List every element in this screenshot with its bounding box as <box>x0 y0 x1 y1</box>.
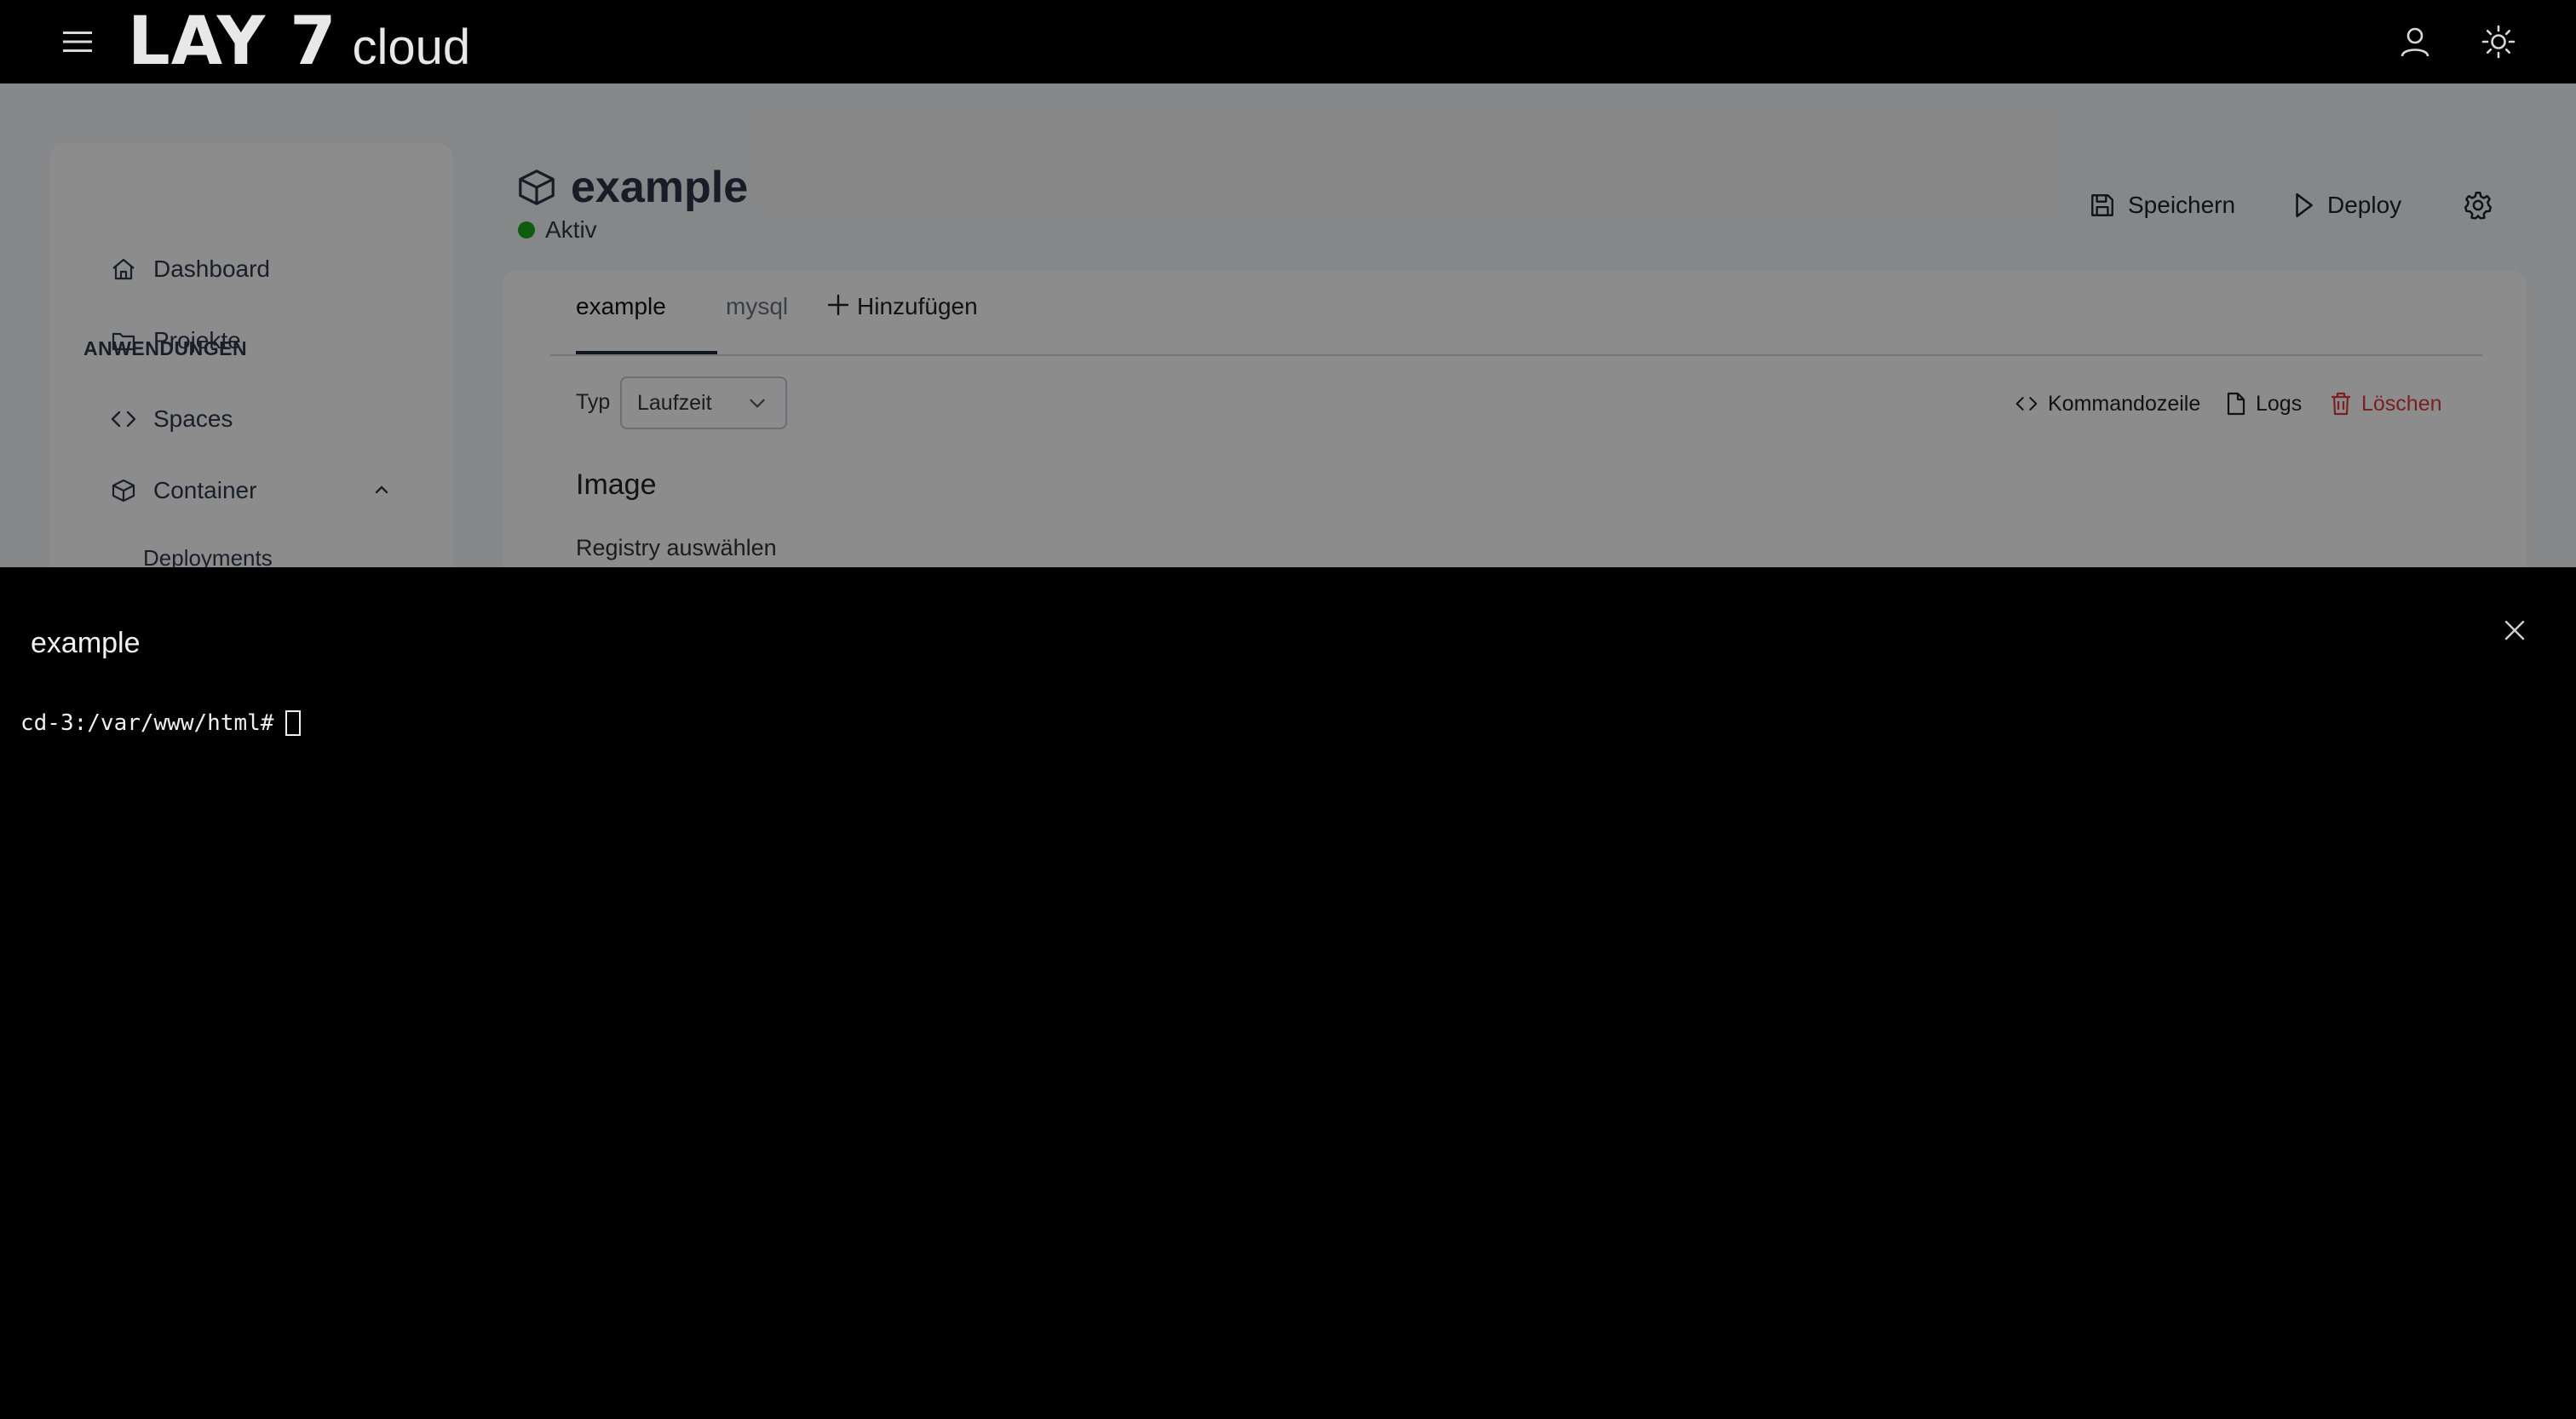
menu-button[interactable] <box>56 20 99 63</box>
menu-icon <box>63 32 92 52</box>
terminal-cursor <box>285 710 302 736</box>
close-icon <box>2504 620 2525 641</box>
terminal-input-line[interactable]: cd-3:/var/www/html# <box>20 710 302 736</box>
logo-main-text: LAY 7 <box>128 3 337 80</box>
terminal-title: example <box>31 627 141 659</box>
user-button[interactable] <box>2394 20 2436 63</box>
terminal-prompt: cd-3:/var/www/html# <box>20 710 274 736</box>
theme-toggle-button[interactable] <box>2477 20 2520 63</box>
terminal-drawer: example cd-3:/var/www/html# <box>0 567 2576 1419</box>
app-logo[interactable]: LAY 7 cloud <box>128 3 470 80</box>
close-button[interactable] <box>2496 612 2533 649</box>
sun-icon <box>2481 25 2516 59</box>
top-bar: LAY 7 cloud <box>0 0 2576 83</box>
logo-sub-text: cloud <box>352 20 471 75</box>
user-icon <box>2401 27 2429 57</box>
